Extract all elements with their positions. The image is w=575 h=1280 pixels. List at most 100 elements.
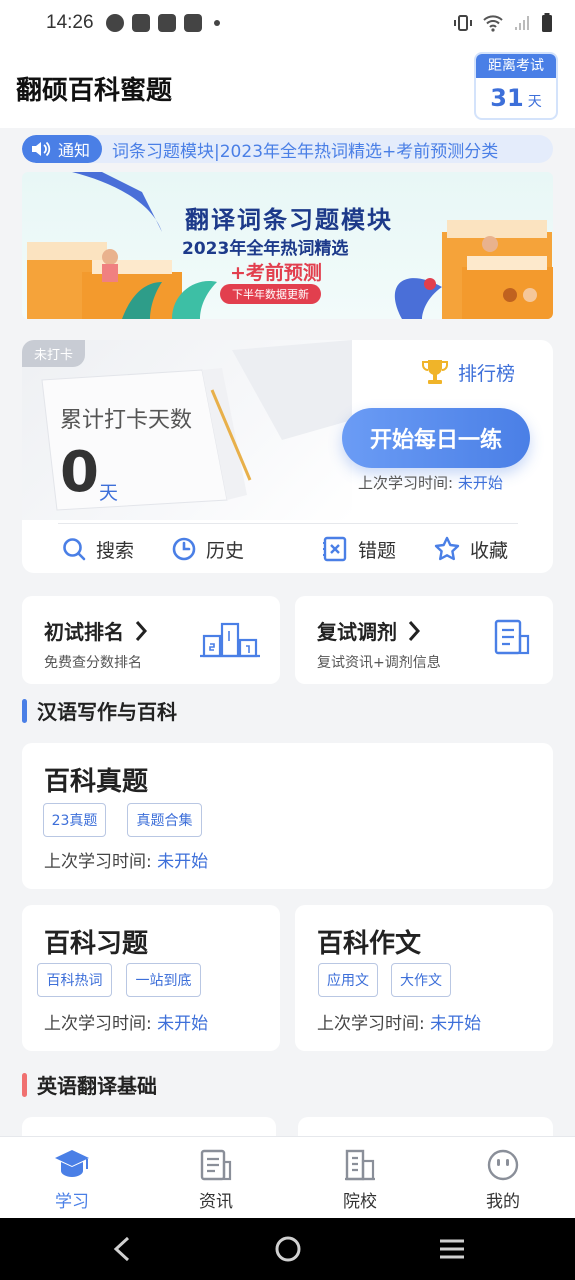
tab-icon-wrap — [453, 1147, 553, 1183]
tag-practical-writing[interactable]: 应用文 — [318, 963, 378, 997]
search-tool-label: 搜索 — [96, 539, 135, 562]
graduation-cap-icon — [55, 1150, 89, 1177]
last-study-label: 上次学习时间: — [44, 852, 152, 872]
retest-card-subtitle: 复试资讯+调剂信息 — [317, 655, 441, 671]
banner-highlight: +考前预测 — [230, 262, 322, 284]
tag-real-questions-collection[interactable]: 真题合集 — [127, 803, 202, 837]
encyclopedia-exercises-card[interactable]: 百科习题 百科热词 一站到底 上次学习时间: 未开始 — [22, 905, 280, 1051]
retest-card-title: 复试调剂 — [317, 620, 397, 644]
mistakes-icon — [323, 536, 347, 562]
tab-label: 院校 — [343, 1192, 377, 1212]
real-questions-last-study: 上次学习时间: 未开始 — [44, 847, 208, 872]
essay-title: 百科作文 — [317, 929, 422, 959]
search-icon — [63, 538, 86, 561]
leaderboard-link[interactable]: 排行榜 — [422, 358, 515, 386]
tag-major-essay[interactable]: 大作文 — [391, 963, 451, 997]
tab-icon-wrap — [166, 1147, 266, 1183]
tab-label: 学习 — [55, 1192, 89, 1212]
mistakes-tool[interactable]: 错题 — [322, 527, 396, 571]
tag-hot-words[interactable]: 百科热词 — [37, 963, 112, 997]
notice-bar[interactable]: 通知 词条习题模块|2023年全年热词精选+考前预测分类 — [22, 135, 553, 163]
notice-text: 词条习题模块|2023年全年热词精选+考前预测分类 — [112, 141, 499, 162]
mistakes-tool-label: 错题 — [358, 539, 397, 562]
status-bar: 14:26 — [0, 0, 575, 46]
more-notifications-icon — [213, 20, 220, 26]
section-accent-bar — [22, 1072, 27, 1097]
favorites-tool-label: 收藏 — [470, 539, 509, 562]
initial-exam-ranking-card[interactable]: 初试排名 免费查分数排名 — [22, 596, 280, 684]
profile-icon — [487, 1149, 519, 1181]
start-daily-practice-button[interactable]: 开始每日一练 — [342, 408, 530, 468]
leaderboard-label: 排行榜 — [458, 362, 516, 385]
tab-profile[interactable]: 我的 — [453, 1147, 553, 1212]
pagination-dot-active[interactable] — [503, 288, 517, 302]
tab-news[interactable]: 资讯 — [166, 1147, 266, 1212]
home-icon[interactable] — [274, 1235, 302, 1263]
section-title-text: 汉语写作与百科 — [37, 700, 177, 724]
app-title: 翻硕百科蜜题 — [16, 76, 173, 106]
tab-schools[interactable]: 院校 — [310, 1147, 410, 1212]
promo-banner[interactable]: 翻译词条习题模块 2023年全年热词精选 +考前预测 下半年数据更新 — [22, 172, 553, 319]
speaker-icon — [32, 141, 51, 157]
checkin-card: 未打卡 排行榜 累计打卡天数 0 天 开始每日一练 上次学习时间: 未开始 搜索… — [22, 340, 553, 573]
favorites-tool[interactable]: 收藏 — [434, 527, 508, 571]
ranking-card-header: 初试排名 — [44, 616, 148, 645]
status-time: 14:26 — [46, 12, 94, 33]
exercises-title: 百科习题 — [44, 929, 149, 959]
encyclopedia-real-questions-card[interactable]: 百科真题 23真题 真题合集 上次学习时间: 未开始 — [22, 743, 553, 889]
trophy-icon — [422, 360, 448, 384]
real-questions-title: 百科真题 — [44, 767, 149, 797]
section-accent-bar — [22, 698, 27, 723]
last-study-value: 未开始 — [157, 1014, 209, 1034]
bottom-tab-bar: 学习 资讯 院校 我的 — [0, 1136, 575, 1218]
search-tool[interactable]: 搜索 — [62, 527, 134, 571]
news-icon — [200, 1149, 232, 1181]
retest-card-header: 复试调剂 — [317, 616, 421, 645]
mail-icon — [157, 14, 176, 32]
history-icon — [172, 537, 196, 561]
banner-title: 翻译词条习题模块 — [185, 206, 393, 234]
notice-tag: 通知 — [22, 135, 103, 163]
retest-adjustment-card[interactable]: 复试调剂 复试资讯+调剂信息 — [295, 596, 553, 684]
countdown-label: 距离考试 — [476, 54, 556, 78]
tab-icon-wrap — [310, 1147, 410, 1183]
history-tool[interactable]: 历史 — [172, 527, 244, 571]
banner-pagination — [503, 288, 537, 302]
tab-label: 资讯 — [199, 1192, 233, 1212]
podium-icon — [200, 622, 260, 658]
checkin-status-badge: 未打卡 — [22, 340, 86, 367]
tab-study[interactable]: 学习 — [22, 1147, 122, 1212]
school-icon — [345, 1149, 375, 1181]
last-study-label: 上次学习时间: — [317, 1014, 425, 1034]
notice-tag-label: 通知 — [58, 141, 91, 160]
last-study-value: 未开始 — [157, 852, 209, 872]
mail-icon — [183, 14, 202, 32]
exam-countdown[interactable]: 距离考试 31 天 — [474, 52, 558, 120]
pagination-dot[interactable] — [523, 288, 537, 302]
last-study-value: 未开始 — [430, 1014, 482, 1034]
checkin-days-label: 累计打卡天数 — [60, 408, 193, 433]
vibrate-icon — [454, 15, 472, 31]
checkin-tools: 搜索 历史 错题 收藏 — [22, 527, 553, 571]
last-study-value: 未开始 — [457, 474, 503, 492]
checkin-days-value: 0 — [60, 440, 99, 505]
ranking-card-subtitle: 免费查分数排名 — [44, 655, 142, 671]
essay-last-study: 上次学习时间: 未开始 — [317, 1009, 481, 1034]
history-tool-label: 历史 — [206, 539, 245, 562]
recent-apps-icon[interactable] — [438, 1235, 466, 1263]
battery-icon — [542, 13, 552, 32]
wifi-icon — [483, 15, 503, 32]
tab-icon-wrap — [22, 1147, 122, 1183]
section-title-text: 英语翻译基础 — [37, 1074, 157, 1098]
mail-icon — [131, 14, 150, 32]
encyclopedia-essay-card[interactable]: 百科作文 应用文 大作文 上次学习时间: 未开始 — [295, 905, 553, 1051]
star-icon — [434, 536, 460, 561]
section-chinese-writing-encyclopedia: 汉语写作与百科 — [22, 696, 177, 725]
countdown-value: 31 天 — [476, 78, 556, 118]
tab-label: 我的 — [486, 1192, 520, 1212]
tag-challenge[interactable]: 一站到底 — [126, 963, 201, 997]
signal-icon — [515, 16, 529, 30]
back-icon[interactable] — [110, 1235, 134, 1263]
last-study-label: 上次学习时间: — [44, 1014, 152, 1034]
tag-23-real-questions[interactable]: 23真题 — [43, 803, 106, 837]
